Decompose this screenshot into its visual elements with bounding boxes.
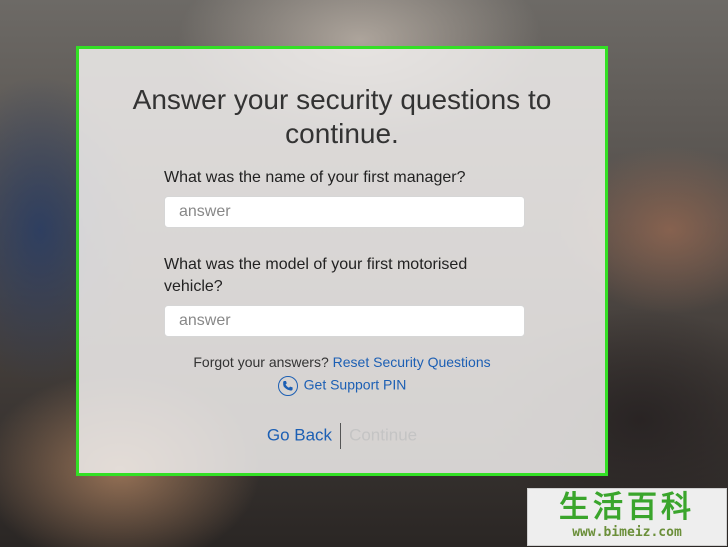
- forgot-answers-row: Forgot your answers? Reset Security Ques…: [79, 354, 605, 370]
- actions-divider: [340, 423, 342, 449]
- phone-icon: [277, 376, 298, 396]
- site-watermark: 生活百科 www.bimeiz.com: [527, 488, 727, 546]
- question-1-label: What was the name of your first manager?: [164, 169, 466, 186]
- continue-button[interactable]: Continue: [349, 425, 417, 444]
- get-support-pin-link[interactable]: Get Support PIN: [304, 377, 407, 393]
- dialog-title: Answer your security questions to contin…: [132, 84, 552, 149]
- dialog-actions: Go Back Continue: [79, 423, 605, 449]
- forgot-answers-text: Forgot your answers?: [193, 354, 329, 370]
- get-support-pin-row[interactable]: Get Support PIN: [79, 376, 605, 396]
- watermark-url: www.bimeiz.com: [572, 525, 682, 540]
- answer-2-input[interactable]: [164, 305, 525, 337]
- answer-1-input[interactable]: [164, 196, 525, 228]
- go-back-button[interactable]: Go Back: [267, 425, 332, 444]
- question-2-label: What was the model of your first motoris…: [164, 256, 468, 295]
- reset-security-questions-link[interactable]: Reset Security Questions: [333, 354, 491, 370]
- watermark-chinese-text: 生活百科: [559, 490, 695, 525]
- security-questions-dialog: Answer your security questions to contin…: [76, 46, 608, 476]
